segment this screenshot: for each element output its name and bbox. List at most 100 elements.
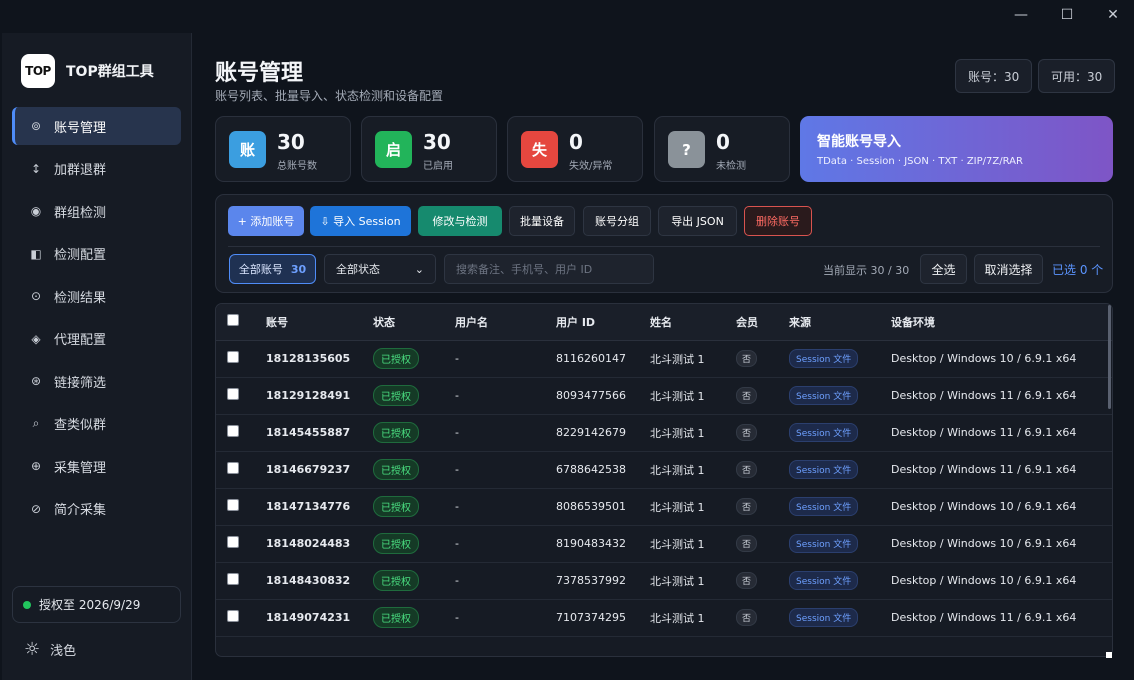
col-header-device[interactable]: 设备环境 xyxy=(891,304,1112,341)
row-checkbox[interactable] xyxy=(227,573,239,585)
select-all-button[interactable]: 全选 xyxy=(920,254,967,284)
sidebar-nav: ⊚ 账号管理 ↕ 加群退群 ◉ 群组检测 ◧ 检测配置 ⊙ 检测结果 ◈ 代理配置 ⊛ 链接筛选 ⌕ 查类似群… xyxy=(12,107,181,532)
stat-card: ? 0 未检测 xyxy=(654,116,790,182)
cell: 已授权 xyxy=(373,525,455,563)
main-content: 账号管理 账号列表、批量导入、状态检测和设备配置 账号：30 可用：30 账 30… xyxy=(193,33,1134,680)
cell-username: - xyxy=(455,352,459,365)
batch-device-button[interactable]: 批量设备 xyxy=(509,206,575,236)
sidebar-item-9[interactable]: ⊘ 简介采集 xyxy=(12,490,181,528)
add-account-button[interactable]: + 添加账号 xyxy=(228,206,304,236)
deselect-button[interactable]: 取消选择 xyxy=(974,254,1043,284)
cell: Desktop / Windows 11 / 6.9.1 x64 xyxy=(891,451,1112,489)
cell-username: - xyxy=(455,537,459,550)
status-select[interactable]: 全部状态 ⌄ xyxy=(324,254,436,284)
row-select-cell xyxy=(216,488,266,526)
col-header-vip[interactable]: 会员 xyxy=(736,304,789,341)
cell: Session 文件 xyxy=(789,414,891,452)
cell: 已授权 xyxy=(373,599,455,637)
row-checkbox[interactable] xyxy=(227,425,239,437)
sidebar-item-3[interactable]: ◧ 检测配置 xyxy=(12,235,181,273)
close-button[interactable]: ✕ xyxy=(1090,0,1134,30)
cell: - xyxy=(455,451,556,489)
row-checkbox[interactable] xyxy=(227,499,239,511)
filter-all-accounts[interactable]: 全部账号 30 xyxy=(229,254,316,284)
sidebar-item-7[interactable]: ⌕ 查类似群 xyxy=(12,405,181,443)
vip-badge: 否 xyxy=(736,535,758,552)
sidebar-item-0[interactable]: ⊚ 账号管理 xyxy=(12,107,181,145)
table-row[interactable]: 18147134776 已授权 - 8086539501 北斗测试 1 否 Session … xyxy=(216,488,1112,526)
row-checkbox[interactable] xyxy=(227,388,239,400)
stat-card: 启 30 已启用 xyxy=(361,116,497,182)
cell: 8093477566 xyxy=(556,377,650,415)
cell-account: 18148430832 xyxy=(266,574,351,587)
import-session-button[interactable]: ⇩ 导入 Session xyxy=(310,206,411,236)
cell: 18147134776 xyxy=(266,488,373,526)
cell: - xyxy=(455,488,556,526)
vip-badge: 否 xyxy=(736,498,758,515)
accounts-table: 账号 状态 用户名 用户 ID 姓名 会员 来源 设备环境 1812813560… xyxy=(215,303,1113,657)
sidebar-item-6[interactable]: ⊛ 链接筛选 xyxy=(12,362,181,400)
row-checkbox[interactable] xyxy=(227,536,239,548)
theme-toggle[interactable]: ☼ 浅色 xyxy=(24,639,76,660)
sidebar-item-8[interactable]: ⊕ 采集管理 xyxy=(12,447,181,485)
import-title: 智能账号导入 xyxy=(817,134,901,150)
modify-check-button[interactable]: 修改与检测 xyxy=(418,206,502,236)
col-header-name[interactable]: 姓名 xyxy=(650,304,736,341)
select-all-checkbox[interactable] xyxy=(227,314,239,327)
cell-device: Desktop / Windows 11 / 6.9.1 x64 xyxy=(891,389,1077,402)
cell: 北斗测试 1 xyxy=(650,377,736,415)
sidebar-item-5[interactable]: ◈ 代理配置 xyxy=(12,320,181,358)
cell-account: 18129128491 xyxy=(266,389,351,402)
cell-name: 北斗测试 1 xyxy=(650,389,705,403)
status-badge: 已授权 xyxy=(373,385,419,406)
col-header-status[interactable]: 状态 xyxy=(373,304,455,341)
export-json-button[interactable]: 导出 JSON xyxy=(658,206,737,236)
table-row[interactable]: 18146679237 已授权 - 6788642538 北斗测试 1 否 Session … xyxy=(216,451,1112,489)
showing-count: 当前显示 30 / 30 xyxy=(823,264,910,277)
row-checkbox[interactable] xyxy=(227,351,239,363)
cell: Desktop / Windows 10 / 6.9.1 x64 xyxy=(891,340,1112,378)
table-row[interactable]: 18149074231 已授权 - 7107374295 北斗测试 1 否 Session … xyxy=(216,599,1112,637)
sidebar-item-1[interactable]: ↕ 加群退群 xyxy=(12,150,181,188)
cell-device: Desktop / Windows 11 / 6.9.1 x64 xyxy=(891,463,1077,476)
smart-import-card[interactable]: 智能账号导入 TData · Session · JSON · TXT · ZI… xyxy=(800,116,1113,182)
col-header-user-id[interactable]: 用户 ID xyxy=(556,304,650,341)
col-header-account[interactable]: 账号 xyxy=(266,304,373,341)
nav-icon: ◉ xyxy=(30,204,42,218)
source-badge: Session 文件 xyxy=(789,349,859,368)
table-row[interactable]: 18148430832 已授权 - 7378537992 北斗测试 1 否 Session … xyxy=(216,562,1112,600)
table-row[interactable]: 18128135605 已授权 - 8116260147 北斗测试 1 否 Session … xyxy=(216,340,1112,378)
stat-label: 已启用 xyxy=(423,161,453,172)
sidebar-item-label: 账号管理 xyxy=(54,120,107,136)
col-header-username[interactable]: 用户名 xyxy=(455,304,556,341)
cell: 8086539501 xyxy=(556,488,650,526)
sidebar-item-4[interactable]: ⊙ 检测结果 xyxy=(12,277,181,315)
search-input[interactable] xyxy=(444,254,654,284)
sidebar-item-2[interactable]: ◉ 群组检测 xyxy=(12,192,181,230)
cell: Desktop / Windows 11 / 6.9.1 x64 xyxy=(891,377,1112,415)
cell-name: 北斗测试 1 xyxy=(650,537,705,551)
table-row[interactable]: 18145455887 已授权 - 8229142679 北斗测试 1 否 Session … xyxy=(216,414,1112,452)
cell-uid: 8229142679 xyxy=(556,426,626,439)
cell-name: 北斗测试 1 xyxy=(650,574,705,588)
cell: - xyxy=(455,599,556,637)
cell: 否 xyxy=(736,377,789,415)
account-group-button[interactable]: 账号分组 xyxy=(583,206,651,236)
row-select-cell xyxy=(216,377,266,415)
filter-all-label: 全部账号 xyxy=(238,263,283,276)
cell: Session 文件 xyxy=(789,340,891,378)
row-checkbox[interactable] xyxy=(227,462,239,474)
row-checkbox[interactable] xyxy=(227,610,239,622)
maximize-button[interactable]: ☐ xyxy=(1044,0,1090,30)
cell: - xyxy=(455,562,556,600)
col-header-source[interactable]: 来源 xyxy=(789,304,891,341)
minimize-button[interactable]: — xyxy=(998,0,1044,30)
table-row[interactable]: 18148024483 已授权 - 8190483432 北斗测试 1 否 Session … xyxy=(216,525,1112,563)
filter-all-count: 30 xyxy=(290,262,307,276)
delete-account-button[interactable]: 删除账号 xyxy=(744,206,812,236)
sun-icon: ☼ xyxy=(24,639,41,660)
table-row[interactable]: 18129128491 已授权 - 8093477566 北斗测试 1 否 Session … xyxy=(216,377,1112,415)
cell-account: 18128135605 xyxy=(266,352,351,365)
table-scrollbar[interactable] xyxy=(1108,305,1111,409)
resize-corner xyxy=(1106,652,1112,658)
